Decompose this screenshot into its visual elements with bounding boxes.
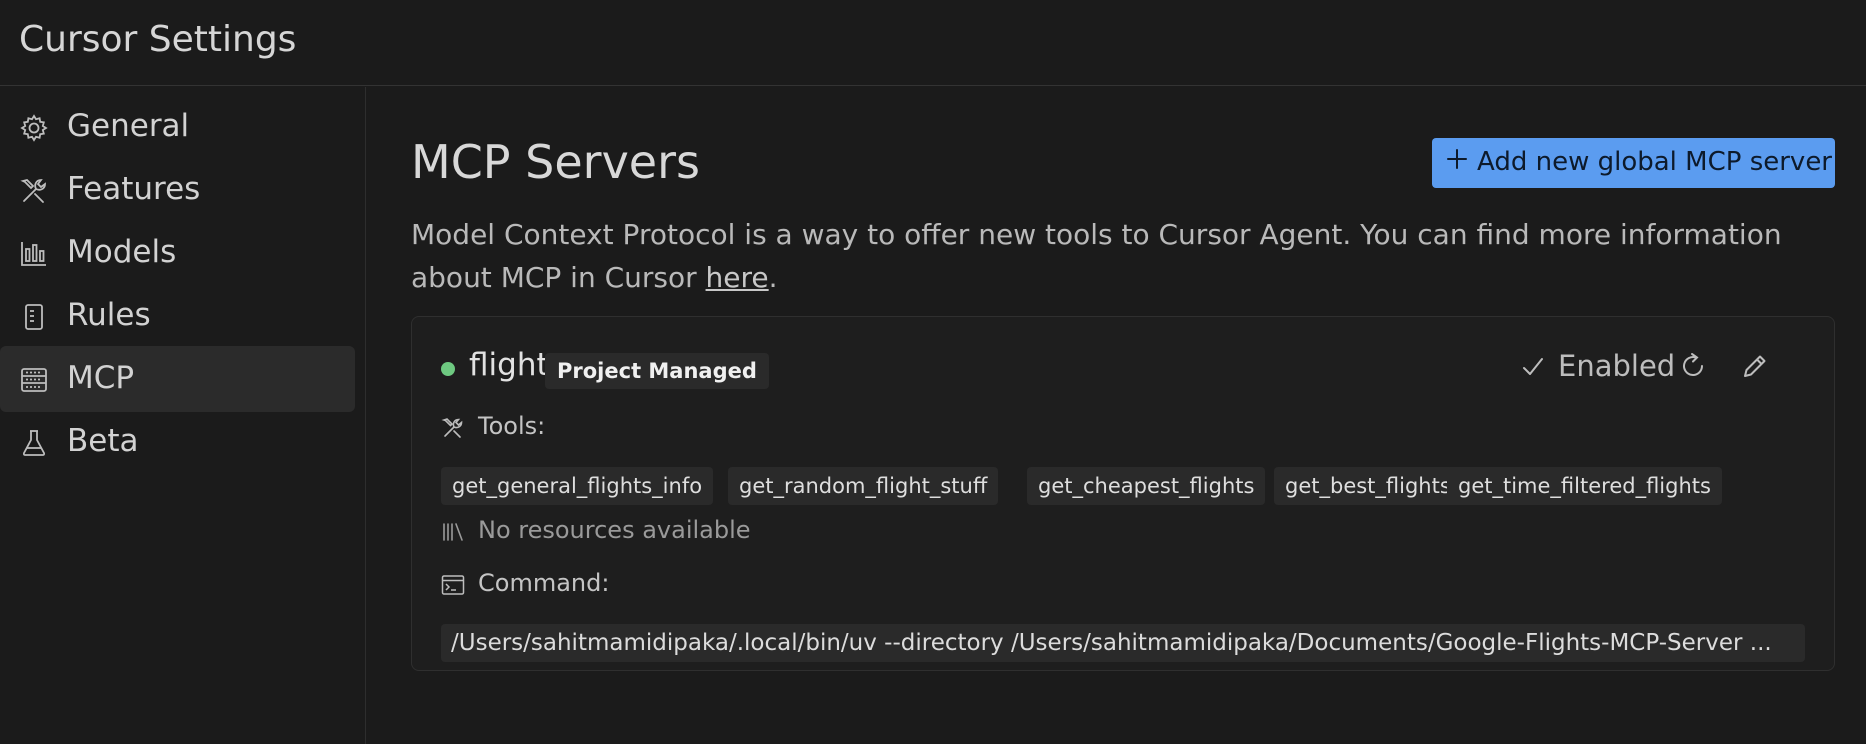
tools-icon — [19, 176, 49, 206]
mcp-settings-panel: MCP Servers Add new global MCP server Mo… — [367, 87, 1866, 744]
sidebar-item-label: Rules — [67, 297, 151, 333]
sidebar-item-beta[interactable]: Beta — [0, 409, 355, 475]
refresh-icon[interactable] — [1678, 351, 1708, 381]
description-end: . — [768, 261, 778, 294]
gear-icon — [19, 113, 49, 143]
tools-label: Tools: — [478, 412, 546, 440]
flask-icon — [19, 428, 49, 458]
rules-book-icon — [19, 302, 49, 332]
page-title: MCP Servers — [411, 135, 700, 189]
tool-chip: get_general_flights_info — [441, 467, 714, 505]
title-bar: Cursor Settings — [0, 0, 1866, 86]
bar-chart-icon — [19, 239, 49, 269]
add-global-mcp-server-button[interactable]: Add new global MCP server — [1432, 138, 1835, 188]
sidebar-item-general[interactable]: General — [0, 94, 355, 160]
terminal-icon — [441, 573, 465, 597]
add-button-label: Add new global MCP server — [1477, 147, 1832, 177]
tool-chip: get_cheapest_flights — [1027, 467, 1266, 505]
sidebar-item-label: Features — [67, 171, 201, 207]
description-text: Model Context Protocol is a way to offer… — [411, 218, 1782, 294]
sidebar-item-label: General — [67, 108, 190, 144]
sidebar-item-mcp[interactable]: MCP — [0, 346, 355, 412]
edit-pencil-icon[interactable] — [1740, 351, 1770, 381]
command-value: /Users/sahitmamidipaka/.local/bin/uv --d… — [441, 624, 1805, 662]
cursor-settings-window: Cursor Settings General Features Models … — [0, 0, 1866, 744]
sidebar-item-label: Beta — [67, 423, 139, 459]
here-link[interactable]: here — [706, 261, 769, 294]
window-title: Cursor Settings — [19, 19, 297, 60]
sidebar-item-label: MCP — [67, 360, 135, 396]
command-label: Command: — [478, 569, 610, 597]
status-indicator — [441, 362, 455, 376]
server-icon — [19, 365, 49, 395]
mcp-description: Model Context Protocol is a way to offer… — [411, 213, 1831, 299]
plus-icon — [1446, 147, 1468, 169]
sidebar-item-models[interactable]: Models — [0, 220, 355, 286]
settings-sidebar: General Features Models Rules MCP Beta — [0, 87, 366, 744]
tool-chip: get_random_flight_stuff — [728, 467, 999, 505]
enabled-label: Enabled — [1558, 349, 1676, 383]
tool-chip: get_time_filtered_flights — [1447, 467, 1722, 505]
mcp-server-card: flights Project Managed Enabled Tools: g… — [411, 316, 1835, 671]
library-icon — [441, 520, 465, 544]
no-resources-label: No resources available — [478, 516, 751, 544]
tools-icon — [441, 416, 465, 440]
checkmark-icon — [1521, 355, 1545, 379]
sidebar-item-rules[interactable]: Rules — [0, 283, 355, 349]
sidebar-item-label: Models — [67, 234, 177, 270]
project-managed-badge: Project Managed — [545, 353, 769, 389]
sidebar-item-features[interactable]: Features — [0, 157, 355, 223]
tool-chip: get_best_flights — [1274, 467, 1462, 505]
